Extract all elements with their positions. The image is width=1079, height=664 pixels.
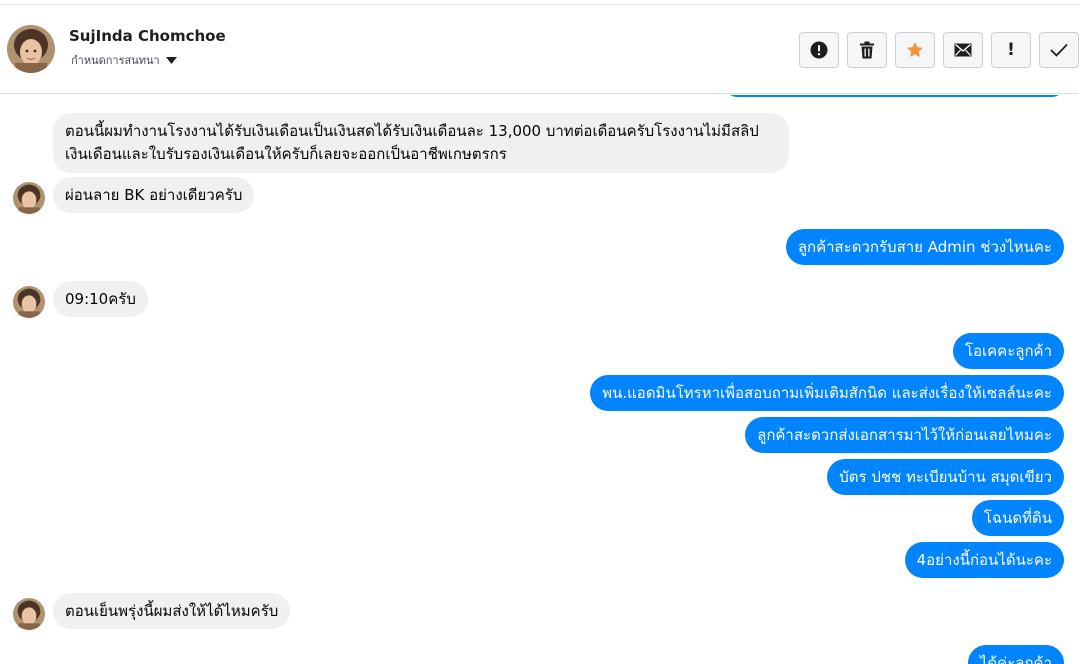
message-text: พน.แอดมินโทรหาเพื่อสอบถามเพิ่มเติมสักนิด… [602, 384, 1052, 402]
check-icon [1050, 43, 1068, 57]
message-text: ลูกค้าสะดวกส่งเอกสารมาไว้ให้ก่อนเลยไหมคะ [757, 426, 1052, 444]
mark-spam-button[interactable] [799, 32, 839, 68]
message-bubble-outgoing[interactable]: โฉนดที่ดิน [971, 500, 1064, 536]
message-text: บัตร ปชช ทะเบียนบ้าน สมุดเขียว [839, 468, 1052, 486]
envelope-icon [954, 43, 972, 57]
message-bubble-incoming[interactable]: 09:10ครับ [53, 281, 148, 317]
conversation-settings-label: กำหนดการสนทนา [71, 54, 160, 67]
message-text: ได้ค่ะลูกค้า [979, 654, 1052, 664]
exclamation-icon: ! [1007, 40, 1015, 60]
message-text: เงินเดือนและใบรับรองเงินเดือนให้ครับก็เล… [65, 145, 507, 163]
message-bubble-outgoing[interactable]: ลูกค้าสะดวกส่งเอกสารมาไว้ให้ก่อนเลยไหมคะ [745, 417, 1064, 453]
sender-avatar[interactable] [13, 182, 45, 214]
caret-down-icon [165, 56, 177, 64]
alert-circle-icon [810, 41, 828, 59]
message-bubble-outgoing[interactable]: ลูกค้าสะดวกรับสาย Admin ช่วงไหนคะ [785, 229, 1064, 265]
message-thread[interactable]: ตอนนี้ผมทำงานโรงงานได้รับเงินเดือนเป็นเง… [0, 95, 1079, 664]
contact-name[interactable]: SujInda Chomchoe [69, 27, 226, 45]
conversation-actions: ! [799, 32, 1079, 68]
message-bubble-outgoing-partial[interactable] [725, 95, 1064, 97]
message-text: ลูกค้าสะดวกรับสาย Admin ช่วงไหนคะ [797, 238, 1052, 256]
star-button[interactable] [895, 32, 935, 68]
message-text: ผ่อนลาย BK อย่างเดียวครับ [65, 186, 243, 204]
message-text: 09:10ครับ [65, 290, 136, 308]
message-text: 4อย่างนี้ก่อนได้นะคะ [916, 551, 1052, 569]
conversation-header: SujInda Chomchoe กำหนดการสนทนา ! [0, 5, 1079, 94]
message-bubble-outgoing[interactable]: ได้ค่ะลูกค้า [967, 645, 1064, 664]
message-text: ตอนเย็นพรุ่งนี้ผมส่งให้ได้ไหมครับ [65, 602, 279, 620]
message-bubble-incoming[interactable]: ผ่อนลาย BK อย่างเดียวครับ [53, 177, 255, 213]
follow-up-button[interactable]: ! [991, 32, 1031, 68]
message-text: โฉนดที่ดิน [983, 509, 1052, 527]
mark-done-button[interactable] [1039, 32, 1079, 68]
message-bubble-outgoing[interactable]: โอเคคะลูกค้า [952, 333, 1064, 369]
star-icon [906, 41, 924, 59]
sender-avatar[interactable] [13, 598, 45, 630]
message-bubble-outgoing[interactable]: พน.แอดมินโทรหาเพื่อสอบถามเพิ่มเติมสักนิด… [590, 375, 1064, 411]
message-bubble-incoming[interactable]: ตอนนี้ผมทำงานโรงงานได้รับเงินเดือนเป็นเง… [53, 113, 789, 173]
message-text: โอเคคะลูกค้า [964, 342, 1052, 360]
message-bubble-outgoing[interactable]: 4อย่างนี้ก่อนได้นะคะ [904, 542, 1064, 578]
sender-avatar[interactable] [13, 286, 45, 318]
delete-button[interactable] [847, 32, 887, 68]
message-text: ตอนนี้ผมทำงานโรงงานได้รับเงินเดือนเป็นเง… [65, 122, 759, 140]
contact-avatar[interactable] [7, 25, 55, 73]
conversation-settings-dropdown[interactable]: กำหนดการสนทนา [71, 51, 177, 69]
message-bubble-outgoing[interactable]: บัตร ปชช ทะเบียนบ้าน สมุดเขียว [827, 459, 1064, 495]
message-bubble-incoming[interactable]: ตอนเย็นพรุ่งนี้ผมส่งให้ได้ไหมครับ [53, 593, 291, 629]
mark-unread-button[interactable] [943, 32, 983, 68]
trash-icon [859, 41, 875, 59]
